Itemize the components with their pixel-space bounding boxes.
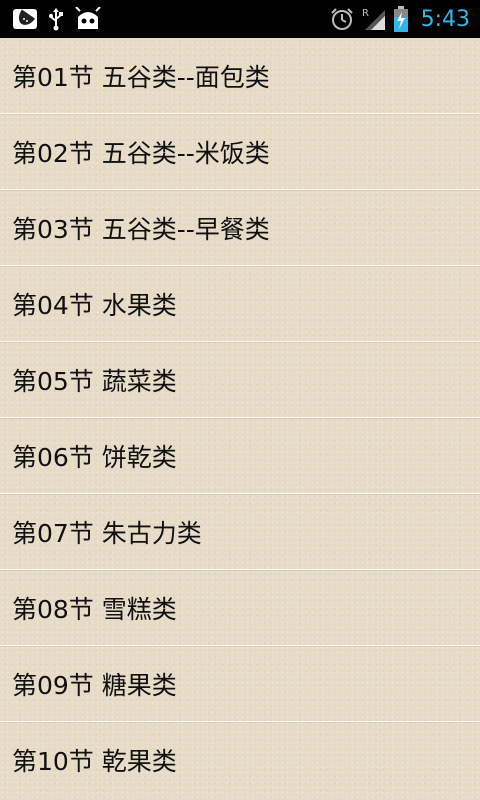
usb-icon [48, 7, 64, 31]
list-item-chapter-06[interactable]: 第06节 饼乾类 [0, 418, 480, 494]
android-debug-icon [74, 7, 102, 31]
list-item-chapter-08[interactable]: 第08节 雪糕类 [0, 570, 480, 646]
list-item-chapter-01[interactable]: 第01节 五谷类--面包类 [0, 38, 480, 114]
status-clock: 5:43 [420, 6, 470, 32]
list-item-chapter-03[interactable]: 第03节 五谷类--早餐类 [0, 190, 480, 266]
signal-icon: R [361, 6, 387, 32]
roaming-indicator: R [362, 8, 369, 19]
status-bar: R 5:43 [0, 0, 480, 38]
watermelon-app-icon [12, 8, 38, 30]
list-item-chapter-02[interactable]: 第02节 五谷类--米饭类 [0, 114, 480, 190]
battery-charging-icon [393, 5, 409, 33]
chapter-list: 第01节 五谷类--面包类 第02节 五谷类--米饭类 第03节 五谷类--早餐… [0, 38, 480, 800]
list-item-chapter-10[interactable]: 第10节 乾果类 [0, 722, 480, 798]
list-item-chapter-07[interactable]: 第07节 朱古力类 [0, 494, 480, 570]
list-item-chapter-04[interactable]: 第04节 水果类 [0, 266, 480, 342]
alarm-icon [329, 6, 355, 32]
list-item-chapter-05[interactable]: 第05节 蔬菜类 [0, 342, 480, 418]
list-item-chapter-09[interactable]: 第09节 糖果类 [0, 646, 480, 722]
